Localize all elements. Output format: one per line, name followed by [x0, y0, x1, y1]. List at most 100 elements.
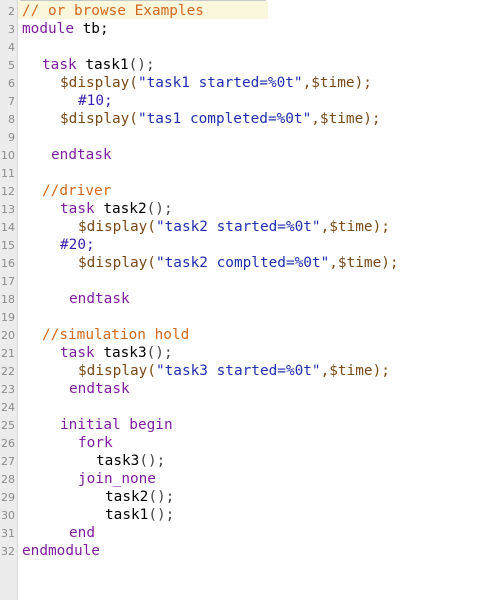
code-editor[interactable]: 2 // or browse Examples 3 module tb; 4 5 task …	[0, 0, 492, 600]
code-token: task	[42, 57, 77, 73]
code-text[interactable]: task task1();	[42, 57, 155, 74]
code-line[interactable]: 19	[0, 309, 492, 326]
line-number: 18	[1, 293, 15, 306]
code-token: ();	[146, 201, 173, 217]
code-line[interactable]: 26 fork	[0, 435, 492, 452]
code-token: ();	[128, 57, 155, 73]
line-number: 4	[8, 41, 15, 54]
code-line[interactable]: 3 module tb;	[0, 21, 492, 38]
line-number: 6	[8, 77, 15, 90]
code-line[interactable]: 7 #10;	[0, 93, 492, 110]
code-line[interactable]: 17	[0, 273, 492, 290]
code-token: task2	[94, 201, 147, 217]
code-line[interactable]: 24	[0, 399, 492, 416]
code-line[interactable]: 28 join_none	[0, 471, 492, 488]
code-text[interactable]: $display("task1 started=%0t",$time);	[60, 75, 372, 92]
line-number: 13	[1, 203, 15, 216]
code-text[interactable]: endtask	[69, 291, 130, 308]
code-token: #20;	[60, 237, 95, 253]
code-line[interactable]: 11	[0, 165, 492, 182]
code-token: endtask	[69, 381, 130, 397]
code-line[interactable]: 9	[0, 129, 492, 146]
code-token: $display(	[60, 111, 138, 127]
code-line[interactable]: 8 $display("tas1 completed=%0t",$time);	[0, 111, 492, 128]
code-token: "task1 started=%0t"	[137, 75, 303, 91]
code-line[interactable]: 29 task2();	[0, 489, 492, 506]
code-text[interactable]: #20;	[60, 237, 95, 254]
code-line[interactable]: 22 $display("task3 started=%0t",$time);	[0, 363, 492, 380]
code-token: task3	[96, 453, 140, 469]
code-line[interactable]: 27 task3();	[0, 453, 492, 470]
code-text[interactable]: end	[69, 525, 95, 542]
code-text[interactable]: task task2();	[60, 201, 173, 218]
code-token: ();	[148, 507, 175, 523]
code-line[interactable]: 32 endmodule	[0, 543, 492, 560]
line-number: 32	[1, 545, 15, 558]
code-line[interactable]: 15 #20;	[0, 237, 492, 254]
line-number: 8	[8, 113, 15, 126]
code-token: endmodule	[22, 543, 100, 559]
code-text[interactable]: $display("task2 started=%0t",$time);	[78, 219, 390, 236]
top-divider	[20, 0, 266, 1]
code-token: task	[60, 201, 95, 217]
line-number: 19	[1, 311, 15, 324]
code-line[interactable]: 20 //simulation hold	[0, 327, 492, 344]
code-token: $display(	[60, 75, 138, 91]
code-text[interactable]: $display("task3 started=%0t",$time);	[78, 363, 390, 380]
code-text[interactable]: task3();	[96, 453, 165, 470]
line-number: 29	[1, 491, 15, 504]
code-line[interactable]: 5 task task1();	[0, 57, 492, 74]
code-text[interactable]: endmodule	[22, 543, 100, 560]
code-token: "task2 started=%0t"	[155, 219, 321, 235]
code-text[interactable]: join_none	[78, 471, 156, 488]
line-number: 12	[1, 185, 15, 198]
code-text[interactable]: module tb;	[22, 21, 109, 38]
code-line[interactable]: 13 task task2();	[0, 201, 492, 218]
line-number: 26	[1, 437, 15, 450]
code-token: task3	[94, 345, 147, 361]
code-line[interactable]: 31 end	[0, 525, 492, 542]
code-token: #10;	[78, 93, 113, 109]
code-token: end	[69, 525, 95, 541]
code-token: ,$time);	[320, 363, 390, 379]
code-text[interactable]: endtask	[51, 147, 112, 164]
code-line[interactable]: 21 task task3();	[0, 345, 492, 362]
code-line[interactable]: 23 endtask	[0, 381, 492, 398]
code-line[interactable]: 16 $display("task2 complted=%0t",$time);	[0, 255, 492, 272]
code-line[interactable]: 4	[0, 39, 492, 56]
code-token: fork	[78, 435, 113, 451]
code-token: tb;	[73, 21, 109, 37]
code-text[interactable]: //driver	[42, 183, 111, 200]
code-line[interactable]: 25 initial begin	[0, 417, 492, 434]
code-line[interactable]: 10 endtask	[0, 147, 492, 164]
code-token: ,$time);	[311, 111, 381, 127]
line-number: 22	[1, 365, 15, 378]
code-text[interactable]: $display("tas1 completed=%0t",$time);	[60, 111, 381, 128]
code-text[interactable]: $display("task2 complted=%0t",$time);	[78, 255, 399, 272]
code-line[interactable]: 2 // or browse Examples	[0, 3, 492, 20]
code-token: ,$time);	[329, 255, 399, 271]
code-token: ();	[146, 345, 173, 361]
code-line[interactable]: 14 $display("task2 started=%0t",$time);	[0, 219, 492, 236]
line-number: 7	[8, 95, 15, 108]
code-text[interactable]: task task3();	[60, 345, 173, 362]
code-text[interactable]: // or browse Examples	[22, 3, 204, 20]
code-line[interactable]: 30 task1();	[0, 507, 492, 524]
line-number: 21	[1, 347, 15, 360]
code-token: endtask	[69, 291, 130, 307]
code-text[interactable]: task2();	[105, 489, 174, 506]
code-line[interactable]: 12 //driver	[0, 183, 492, 200]
line-number: 3	[8, 23, 15, 36]
code-text[interactable]: initial begin	[60, 417, 173, 434]
code-token: task1	[105, 507, 149, 523]
code-text[interactable]: //simulation hold	[42, 327, 189, 344]
line-number: 17	[1, 275, 15, 288]
code-line[interactable]: 6 $display("task1 started=%0t",$time);	[0, 75, 492, 92]
line-number: 31	[1, 527, 15, 540]
code-text[interactable]: fork	[78, 435, 113, 452]
code-token: $display(	[78, 255, 156, 271]
code-text[interactable]: endtask	[69, 381, 130, 398]
code-text[interactable]: #10;	[78, 93, 113, 110]
code-text[interactable]: task1();	[105, 507, 174, 524]
code-line[interactable]: 18 endtask	[0, 291, 492, 308]
